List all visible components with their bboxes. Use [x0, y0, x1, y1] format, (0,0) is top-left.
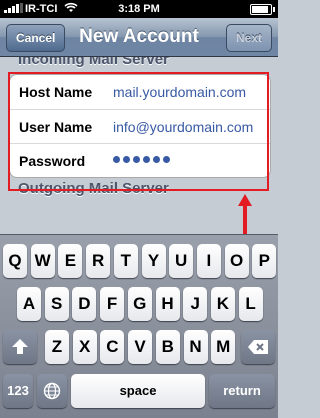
key-j[interactable]: J — [183, 287, 208, 321]
key-o[interactable]: O — [224, 244, 249, 278]
incoming-server-group: Host Name mail.yourdomain.com User Name … — [9, 74, 271, 178]
numbers-key[interactable]: 123 — [3, 374, 33, 408]
battery-icon — [250, 4, 275, 15]
key-h[interactable]: H — [155, 287, 180, 321]
key-y[interactable]: Y — [141, 244, 166, 278]
globe-key[interactable] — [37, 374, 67, 408]
host-name-field[interactable]: mail.yourdomain.com — [113, 84, 246, 100]
password-dot — [163, 156, 170, 163]
key-c[interactable]: C — [100, 330, 125, 364]
key-q[interactable]: Q — [3, 244, 27, 278]
key-z[interactable]: Z — [45, 330, 69, 364]
key-r[interactable]: R — [86, 244, 111, 278]
backspace-icon — [248, 340, 268, 354]
key-d[interactable]: D — [72, 287, 97, 321]
key-l[interactable]: L — [238, 287, 263, 321]
globe-icon — [43, 382, 61, 400]
key-n[interactable]: N — [183, 330, 208, 364]
password-dot — [143, 156, 150, 163]
host-name-label: Host Name — [19, 84, 93, 100]
settings-content[interactable]: Incoming Mail Server Host Name mail.your… — [0, 57, 278, 225]
keyboard: Q W E R T Y U I O P A S D F G H J K L Z X C V B N M 123 space return — [0, 234, 278, 418]
password-field[interactable] — [113, 156, 170, 163]
key-i[interactable]: I — [196, 244, 221, 278]
key-u[interactable]: U — [169, 244, 194, 278]
key-b[interactable]: B — [155, 330, 180, 364]
outgoing-server-header: Outgoing Mail Server — [18, 180, 169, 197]
password-label: Password — [19, 153, 86, 169]
key-v[interactable]: V — [128, 330, 153, 364]
password-dot — [123, 156, 130, 163]
key-t[interactable]: T — [113, 244, 138, 278]
key-p[interactable]: P — [252, 244, 277, 278]
key-x[interactable]: X — [72, 330, 97, 364]
user-name-label: User Name — [19, 119, 93, 135]
shift-icon — [12, 339, 28, 354]
up-arrow-icon — [238, 194, 252, 234]
space-key[interactable]: space — [71, 374, 205, 408]
key-w[interactable]: W — [30, 244, 55, 278]
key-f[interactable]: F — [100, 287, 125, 321]
incoming-server-header: Incoming Mail Server — [18, 57, 169, 68]
user-name-row[interactable]: User Name info@yourdomain.com — [10, 109, 270, 144]
password-dot — [113, 156, 120, 163]
key-k[interactable]: K — [210, 287, 235, 321]
key-s[interactable]: S — [44, 287, 69, 321]
password-row[interactable]: Password — [10, 143, 270, 178]
key-a[interactable]: A — [17, 287, 41, 321]
clock: 3:18 PM — [118, 3, 160, 15]
key-m[interactable]: M — [211, 330, 236, 364]
password-dot — [153, 156, 160, 163]
next-button[interactable]: Next — [225, 24, 272, 52]
host-name-row[interactable]: Host Name mail.yourdomain.com — [10, 75, 270, 109]
delete-key[interactable] — [241, 330, 275, 364]
key-g[interactable]: G — [127, 287, 152, 321]
return-key[interactable]: return — [209, 374, 275, 408]
password-dot — [133, 156, 140, 163]
key-e[interactable]: E — [58, 244, 83, 278]
shift-key[interactable] — [3, 330, 37, 364]
user-name-field[interactable]: info@yourdomain.com — [113, 119, 253, 135]
navigation-bar: Cancel New Account Next — [0, 18, 278, 57]
status-bar: IR-TCI 3:18 PM — [0, 0, 278, 18]
